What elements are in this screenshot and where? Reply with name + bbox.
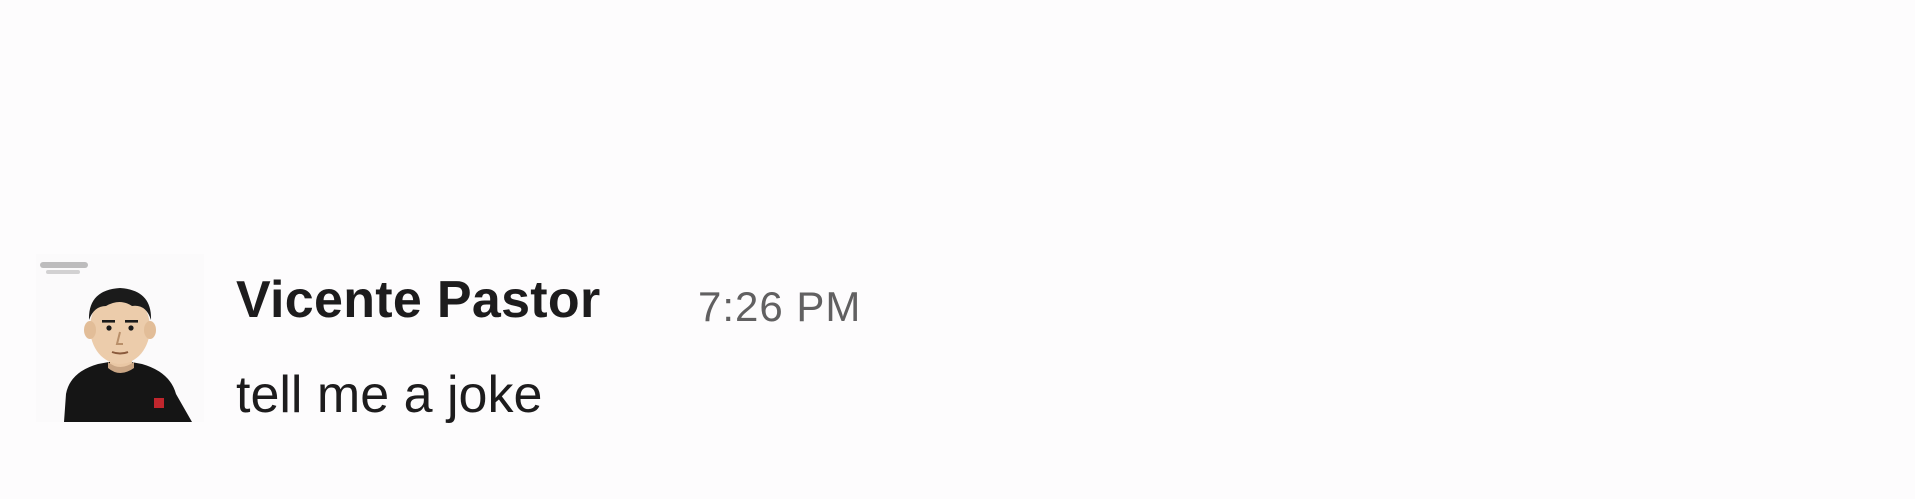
user-avatar[interactable] — [36, 254, 204, 422]
message-timestamp[interactable]: 7:26 PM — [698, 282, 861, 332]
message-row[interactable]: Vicente Pastor 7:26 PM tell me a joke — [0, 252, 1915, 432]
message-author[interactable]: Vicente Pastor — [236, 270, 601, 330]
message-text: tell me a joke — [236, 366, 543, 424]
chat-pane: Vicente Pastor 7:26 PM tell me a joke — [0, 0, 1915, 499]
user-avatar-icon — [40, 262, 192, 422]
